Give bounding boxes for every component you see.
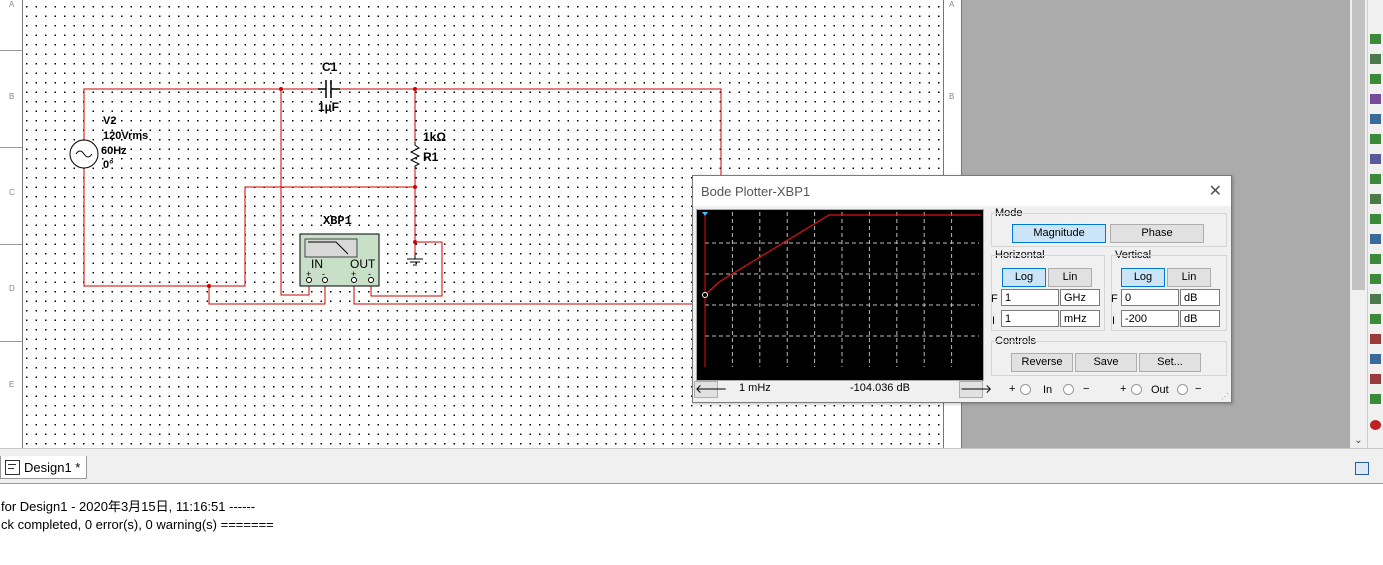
phase-button[interactable]: Phase — [1110, 224, 1204, 243]
close-icon[interactable]: ✕ — [1209, 181, 1222, 201]
instrument-icon[interactable] — [1370, 34, 1381, 44]
plot-svg — [702, 212, 981, 367]
readout-frequency: 1 mHz — [739, 382, 771, 394]
in-minus-terminal[interactable] — [1063, 383, 1074, 395]
instrument-icon[interactable] — [1370, 420, 1381, 430]
instrument-icon[interactable] — [1370, 234, 1381, 244]
resize-grip-icon[interactable]: ⋰ — [1221, 392, 1229, 401]
wires[interactable] — [83, 88, 722, 305]
resistor-name: R1 — [423, 150, 439, 164]
instrument-icon[interactable] — [1370, 394, 1381, 404]
instrument-icon[interactable] — [1370, 174, 1381, 184]
tab-label: Design1 * — [24, 459, 81, 475]
scrollbar-thumb[interactable] — [1352, 0, 1365, 290]
vertical-initial-label: I — [1112, 315, 1116, 327]
instrument-icon[interactable] — [1370, 374, 1381, 384]
source-frequency: 60Hz — [101, 145, 127, 157]
resistor-value: 1kΩ — [423, 130, 446, 144]
instrument-icon[interactable] — [1370, 274, 1381, 284]
horizontal-lin-button[interactable]: Lin — [1048, 268, 1092, 287]
vertical-final-unit[interactable]: dB — [1180, 289, 1220, 306]
instrument-icon[interactable] — [1370, 254, 1381, 264]
out-minus-label: − — [1195, 383, 1202, 395]
schematic-file-icon — [5, 459, 20, 475]
cursor-handle-icon[interactable] — [702, 212, 708, 216]
source-voltage: 120Vrms — [103, 130, 149, 142]
vertical-lin-button[interactable]: Lin — [1167, 268, 1211, 287]
instrument-icon[interactable] — [1370, 74, 1381, 84]
instrument-toolbar — [1367, 0, 1383, 448]
readout-value: -104.036 dB — [850, 382, 910, 394]
save-button[interactable]: Save — [1075, 353, 1137, 372]
vertical-log-button[interactable]: Log — [1121, 268, 1165, 287]
cursor-readout: 🡐 1 mHz -104.036 dB 🡒 — [694, 381, 992, 398]
vertical-final-label: F — [1111, 293, 1118, 305]
in-plus-label: + — [1009, 383, 1016, 395]
vertical-initial-unit[interactable]: dB — [1180, 310, 1220, 327]
output-line: ck completed, 0 error(s), 0 warning(s) =… — [1, 517, 274, 532]
magnitude-button[interactable]: Magnitude — [1012, 224, 1106, 243]
instrument-out-label: OUT — [350, 257, 376, 271]
cursor-right-button[interactable]: 🡒 — [959, 381, 992, 398]
dialog-title: Bode Plotter-XBP1 — [701, 184, 811, 199]
bode-plotter-dialog[interactable]: Bode Plotter-XBP1 ✕ 🡐 1 mHz -104.036 dB … — [692, 175, 1232, 403]
source-name: V2 — [103, 115, 117, 127]
instrument-icon[interactable] — [1370, 94, 1381, 104]
set-button[interactable]: Set... — [1139, 353, 1201, 372]
vertical-initial-field[interactable]: -200 — [1121, 310, 1179, 327]
source-phase: 0° — [103, 159, 114, 171]
instrument-icon[interactable] — [1370, 54, 1381, 64]
cursor-left-button[interactable]: 🡐 — [694, 381, 727, 398]
out-plus-label: + — [1120, 383, 1127, 395]
instrument-icon[interactable] — [1370, 114, 1381, 124]
capacitor-symbol[interactable] — [318, 80, 340, 98]
horizontal-final-unit[interactable]: GHz — [1060, 289, 1100, 306]
instrument-icon[interactable] — [1370, 194, 1381, 204]
capacitor-value: 1µF — [318, 100, 339, 114]
instrument-icon[interactable] — [1370, 294, 1381, 304]
in-minus-label: − — [1083, 383, 1090, 395]
horizontal-final-field[interactable]: 1 — [1001, 289, 1059, 306]
horizontal-final-label: F — [991, 293, 998, 305]
magnitude-trace — [704, 214, 981, 296]
vertical-final-field[interactable]: 0 — [1121, 289, 1179, 306]
instrument-icon[interactable] — [1370, 134, 1381, 144]
instrument-icon[interactable] — [1370, 154, 1381, 164]
plot-screen[interactable] — [696, 209, 984, 381]
ground-symbol[interactable] — [407, 255, 423, 266]
results-panel: for Design1 - 2020年3月15日, 11:16:51 -----… — [0, 484, 1383, 565]
cursor-marker — [702, 292, 708, 298]
window-list-icon[interactable] — [1355, 462, 1369, 475]
dialog-title-bar[interactable]: Bode Plotter-XBP1 ✕ — [693, 176, 1231, 206]
instrument-name: XBP1 — [323, 214, 352, 228]
out-plus-terminal[interactable] — [1131, 383, 1142, 395]
horizontal-log-button[interactable]: Log — [1002, 268, 1046, 287]
out-minus-terminal[interactable] — [1177, 383, 1188, 395]
instrument-icon[interactable] — [1370, 334, 1381, 344]
instrument-icon[interactable] — [1370, 354, 1381, 364]
horizontal-initial-unit[interactable]: mHz — [1060, 310, 1100, 327]
instrument-icon[interactable] — [1370, 214, 1381, 224]
ac-source-symbol[interactable] — [69, 139, 99, 169]
instrument-in-label: IN — [311, 257, 323, 271]
horizontal-initial-field[interactable]: 1 — [1001, 310, 1059, 327]
plot-grid — [705, 212, 979, 367]
in-plus-terminal[interactable] — [1020, 383, 1031, 395]
instrument-icon[interactable] — [1370, 314, 1381, 324]
capacitor-name: C1 — [322, 60, 338, 74]
in-label: In — [1043, 384, 1053, 396]
reverse-button[interactable]: Reverse — [1011, 353, 1073, 372]
vertical-scrollbar[interactable]: ⌄ — [1350, 0, 1367, 448]
scroll-down-icon[interactable]: ⌄ — [1350, 435, 1367, 446]
tab-design1[interactable]: Design1 * — [0, 456, 88, 479]
resistor-symbol[interactable] — [409, 142, 421, 168]
design-tab-bar — [0, 448, 1383, 484]
output-line: for Design1 - 2020年3月15日, 11:16:51 -----… — [1, 499, 256, 514]
out-label: Out — [1151, 384, 1169, 396]
horizontal-initial-label: I — [992, 315, 996, 327]
